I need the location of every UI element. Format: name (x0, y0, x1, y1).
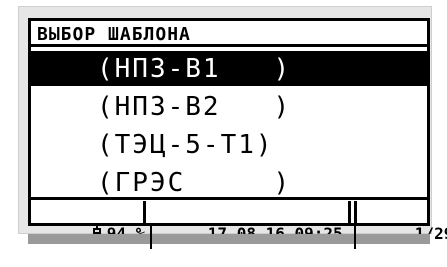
lcd-screen: ВЫБОР ШАБЛОНА (НПЗ-В1 ) (НПЗ-В2 ) (ТЭЦ-5… (28, 18, 447, 243)
template-item-4[interactable]: (ГРЭС ) (31, 165, 427, 200)
status-bar: 94 % 17.08.16 09:25 1/29 (31, 197, 447, 243)
leader-line (354, 226, 356, 249)
battery-status: 94 % (35, 201, 145, 243)
template-item-2[interactable]: (НПЗ-В2 ) (31, 89, 427, 124)
template-item-label: (НПЗ-В1 ) (97, 54, 292, 84)
bezel-bottom-strip (28, 234, 430, 244)
screen-title: ВЫБОР ШАБЛОНА (37, 24, 191, 45)
template-item-label: (НПЗ-В2 ) (97, 92, 292, 122)
template-item-label: (ГРЭС ) (97, 168, 292, 198)
screen-header: ВЫБОР ШАБЛОНА (31, 21, 427, 47)
leader-line (150, 226, 152, 249)
template-item-3[interactable]: (ТЭЦ-5-Т1) (31, 127, 427, 162)
template-item-label: (ТЭЦ-5-Т1) (97, 130, 274, 160)
template-item-1[interactable]: (НПЗ-В1 ) (31, 51, 427, 86)
page-indicator: 1/29 (357, 201, 447, 243)
datetime-status: 17.08.16 09:25 (143, 201, 351, 243)
